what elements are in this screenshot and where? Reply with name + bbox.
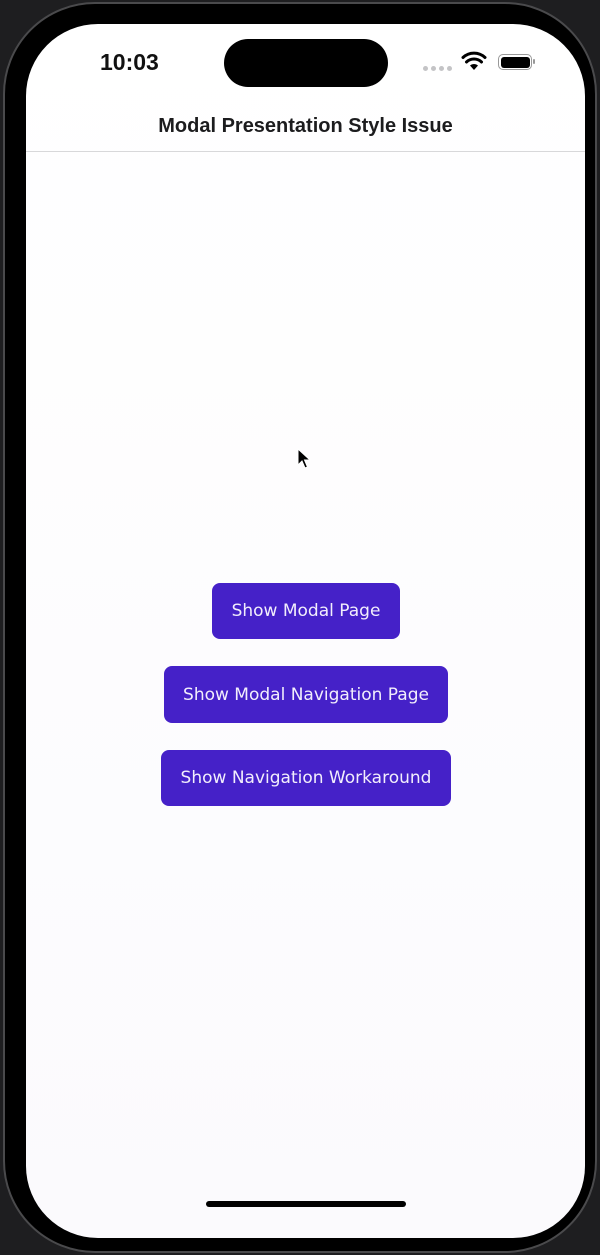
phone-frame: 10:03 Modal Presentation Style Issue Sho… <box>3 2 597 1253</box>
show-modal-navigation-page-button[interactable]: Show Modal Navigation Page <box>164 666 448 723</box>
show-modal-page-button[interactable]: Show Modal Page <box>212 583 400 639</box>
phone-screen: 10:03 Modal Presentation Style Issue Sho… <box>26 24 585 1238</box>
status-time: 10:03 <box>100 49 159 75</box>
page-title: Modal Presentation Style Issue <box>158 115 453 137</box>
wifi-icon <box>461 51 487 70</box>
show-navigation-workaround-button[interactable]: Show Navigation Workaround <box>161 750 451 806</box>
mouse-cursor-icon <box>297 448 311 469</box>
dynamic-island <box>224 39 388 87</box>
cellular-icon <box>423 66 452 71</box>
navigation-bar: Modal Presentation Style Issue <box>26 102 585 152</box>
battery-icon <box>498 54 535 70</box>
home-indicator[interactable] <box>206 1201 406 1207</box>
